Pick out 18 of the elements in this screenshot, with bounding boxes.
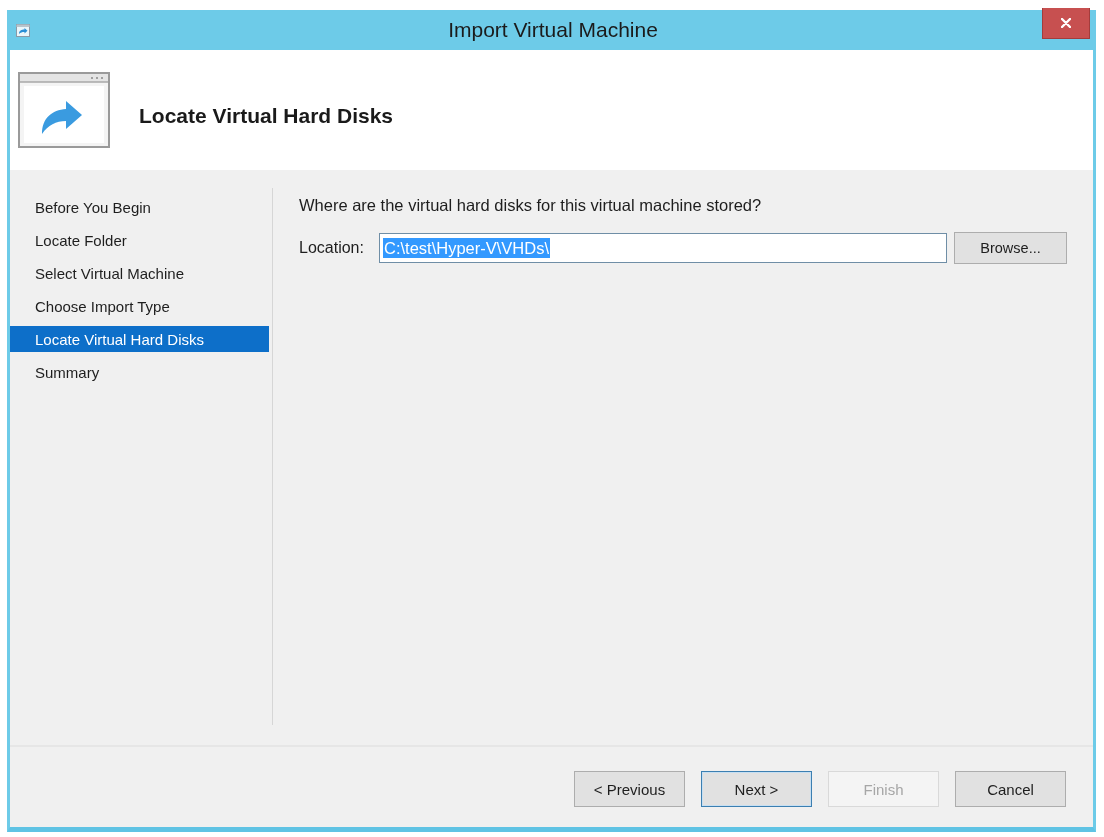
wizard-button[interactable]: Next > — [701, 771, 812, 807]
app-icon — [16, 23, 30, 37]
page-heading: Locate Virtual Hard Disks — [139, 104, 394, 128]
sidebar-item[interactable]: Summary — [10, 359, 269, 385]
location-value: C:\test\Hyper-V\VHDs\ — [383, 238, 551, 258]
wizard-button[interactable]: Cancel — [955, 771, 1066, 807]
wizard-button[interactable]: < Previous — [574, 771, 685, 807]
sidebar-item[interactable]: Select Virtual Machine — [10, 260, 269, 286]
sidebar-item[interactable]: Before You Begin — [10, 194, 269, 220]
browse-button[interactable]: Browse... — [954, 232, 1067, 264]
window-title: Import Virtual Machine — [448, 18, 658, 42]
location-label: Location: — [299, 239, 365, 257]
sidebar-item[interactable]: Locate Folder — [10, 227, 269, 253]
close-icon — [1061, 18, 1071, 28]
close-button[interactable] — [1042, 8, 1090, 39]
sidebar-item[interactable]: Locate Virtual Hard Disks — [10, 326, 269, 352]
sidebar-item[interactable]: Choose Import Type — [10, 293, 269, 319]
question-text: Where are the virtual hard disks for this virtual machine stored? — [299, 196, 762, 215]
